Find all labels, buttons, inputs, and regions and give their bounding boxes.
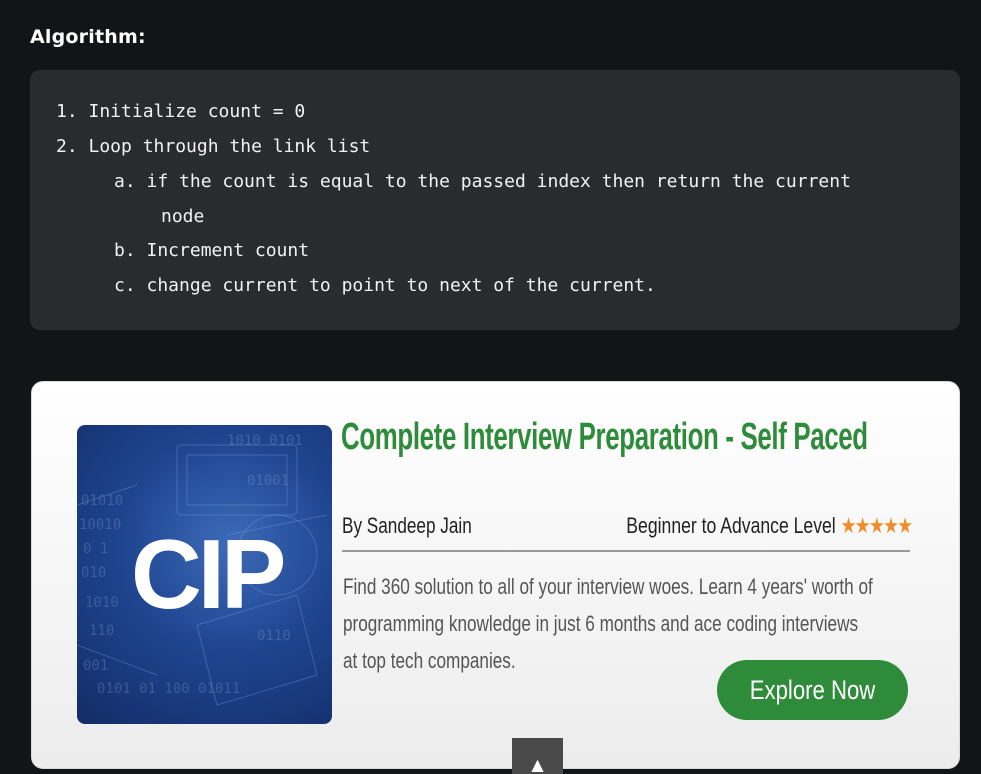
- svg-text:0101 01 100 01011: 0101 01 100 01011: [97, 681, 240, 697]
- svg-text:01001: 01001: [247, 473, 289, 489]
- scroll-to-top-button[interactable]: ▲: [512, 738, 563, 774]
- course-level-label: Beginner to Advance Level: [625, 513, 836, 538]
- section-heading: Algorithm:: [30, 26, 146, 48]
- course-author: By Sandeep Jain: [342, 513, 472, 538]
- svg-text:01010: 01010: [81, 493, 123, 509]
- svg-text:010: 010: [81, 565, 106, 581]
- description-line: programming knowledge in just 6 months a…: [343, 611, 859, 636]
- course-title[interactable]: Complete Interview Preparation - Self Pa…: [341, 416, 868, 459]
- course-level: Beginner to Advance Level ★★★★★: [625, 513, 913, 539]
- code-line: b. Increment count: [114, 240, 310, 261]
- divider: [342, 550, 910, 552]
- svg-text:10010: 10010: [79, 517, 121, 533]
- code-line: 1. Initialize count = 0: [56, 101, 306, 122]
- code-line: node: [161, 206, 205, 227]
- svg-text:1010: 1010: [85, 595, 119, 611]
- code-line: a. if the count is equal to the passed i…: [114, 171, 851, 192]
- svg-text:110: 110: [89, 623, 114, 639]
- code-line: 2. Loop through the link list: [56, 136, 371, 157]
- course-thumbnail[interactable]: 01010 10010 0 1 010 1010 110 001 0101 01…: [77, 425, 332, 724]
- code-block: 1. Initialize count = 0 2. Loop through …: [30, 70, 960, 330]
- svg-text:1010 0101: 1010 0101: [227, 433, 303, 449]
- explore-now-label: Explore Now: [749, 674, 876, 705]
- rating-stars-icon: ★★★★★: [840, 513, 912, 538]
- svg-text:0 1: 0 1: [83, 541, 108, 557]
- svg-text:0110: 0110: [257, 628, 291, 644]
- description-line: Find 360 solution to all of your intervi…: [343, 574, 873, 599]
- svg-text:001: 001: [83, 658, 108, 674]
- arrow-up-icon: ▲: [531, 755, 544, 774]
- explore-now-button[interactable]: Explore Now: [717, 660, 908, 720]
- course-ad-banner[interactable]: 01010 10010 0 1 010 1010 110 001 0101 01…: [31, 381, 960, 769]
- cip-logo: CIP: [131, 519, 286, 629]
- code-line: c. change current to point to next of th…: [114, 275, 656, 296]
